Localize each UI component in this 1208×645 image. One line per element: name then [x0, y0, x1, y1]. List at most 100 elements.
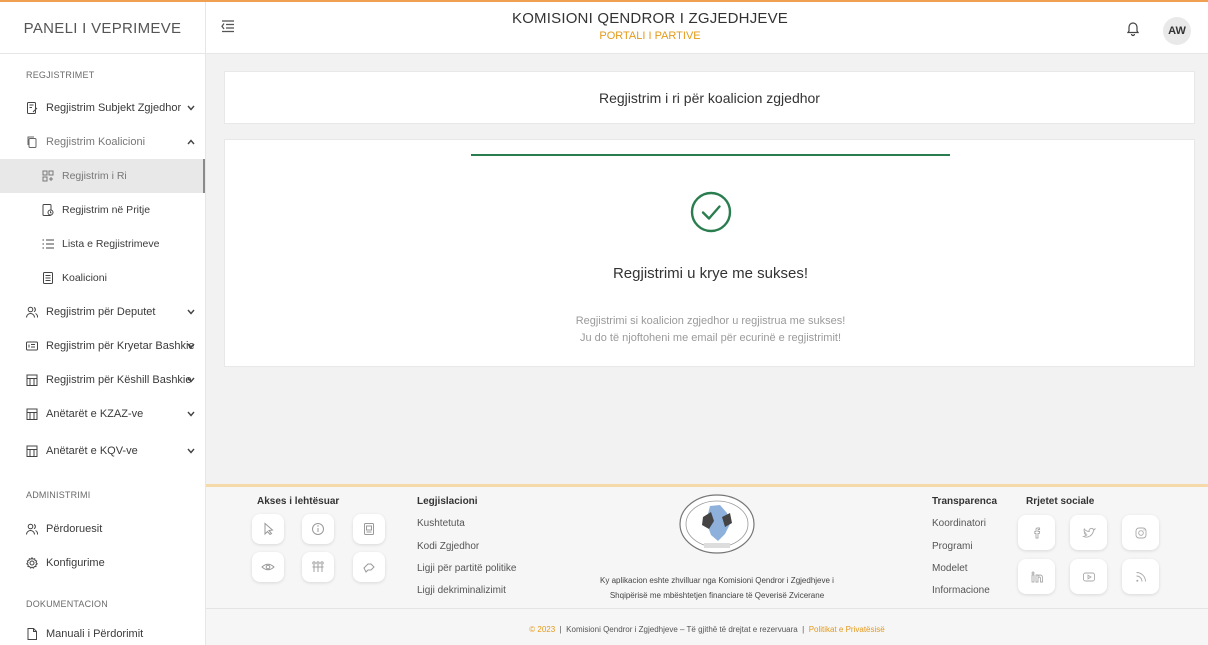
- sidebar-item-mayor-registration[interactable]: Regjistrim për Kryetar Bashkie: [0, 329, 205, 363]
- success-message: Regjistrimi si koalicion zgjedhor u regj…: [225, 313, 1196, 347]
- accessibility-heading: Akses i lehtësuar: [257, 496, 340, 507]
- legislation-link-constitution[interactable]: Kushtetuta: [417, 518, 465, 529]
- rss-button[interactable]: [1122, 559, 1159, 594]
- copyright-separator: |: [559, 625, 562, 634]
- building-icon: [26, 445, 38, 457]
- instagram-button[interactable]: [1122, 515, 1159, 550]
- chevron-down-icon: [187, 309, 195, 315]
- copyright-text: Komisioni Qendror i Zgjedhjeve – Të gjit…: [566, 625, 798, 634]
- rss-icon: [1135, 571, 1146, 582]
- page-title: Regjistrim i ri për koalicion zgjedhor: [599, 89, 820, 106]
- info-icon: [312, 523, 324, 535]
- hand-icon: [363, 563, 375, 573]
- footer-note: Ky aplikacion eshte zhvilluar nga Komisi…: [564, 573, 870, 603]
- sidebar-item-label: Koalicioni: [62, 272, 107, 284]
- brand-title[interactable]: PANELI I VEPRIMEVE: [0, 2, 206, 54]
- linkedin-button[interactable]: [1018, 559, 1055, 594]
- building-icon: [26, 374, 38, 386]
- progress-line: [471, 154, 950, 156]
- social-heading: Rrjetet sociale: [1026, 496, 1095, 507]
- sidebar-item-label: Anëtarët e KZAZ-ve: [46, 408, 144, 420]
- sidebar-item-label: Regjistrim Koalicioni: [46, 136, 146, 148]
- privacy-policy-link[interactable]: Politikat e Privatësisë: [809, 625, 885, 634]
- sidebar-item-users[interactable]: Përdoruesit: [0, 512, 205, 546]
- header-center: KOMISIONI QENDROR I ZGJEDHJEVE PORTALI I…: [450, 10, 850, 42]
- sidebar-item-configuration[interactable]: Konfigurime: [0, 546, 205, 580]
- success-line-2: Ju do të njoftoheni me email për ecurinë…: [579, 332, 842, 344]
- cursor-icon: [264, 522, 274, 536]
- footer-divider: [206, 608, 1208, 609]
- sidebar-item-label: Regjistrim për Këshill Bashkie: [46, 374, 192, 386]
- sidebar-item-pending-registration[interactable]: Regjistrim në Pritje: [0, 193, 205, 227]
- people-icon: [312, 561, 324, 572]
- file-icon: [27, 628, 37, 640]
- instagram-icon: [1135, 527, 1146, 538]
- youtube-button[interactable]: [1070, 559, 1107, 594]
- sidebar-item-kqv-members[interactable]: Anëtarët e KQV-ve: [0, 434, 205, 468]
- document-edit-icon: [27, 102, 38, 114]
- transparency-link-information[interactable]: Informacione: [932, 585, 990, 596]
- youtube-icon: [1082, 572, 1095, 581]
- document-clock-icon: [42, 204, 54, 216]
- chevron-down-icon: [187, 105, 195, 111]
- sidebar-item-kzaz-members[interactable]: Anëtarët e KZAZ-ve: [0, 397, 205, 431]
- accessibility-visibility-button[interactable]: [252, 552, 284, 582]
- success-card: Regjistrimi u krye me sukses! Regjistrim…: [224, 139, 1195, 367]
- section-documentation: DOKUMENTACION: [26, 599, 108, 609]
- accessibility-hand-button[interactable]: [353, 552, 385, 582]
- twitter-icon: [1081, 527, 1096, 538]
- grid-add-icon: [42, 170, 54, 182]
- eye-icon: [261, 563, 275, 571]
- sidebar-item-label: Regjistrim Subjekt Zgjedhor: [46, 102, 182, 114]
- app-subtitle: PORTALI I PARTIVE: [599, 30, 701, 42]
- footer-note-line-1: Ky aplikacion eshte zhvilluar nga Komisi…: [600, 576, 834, 585]
- sidebar-item-user-manual[interactable]: Manuali i Përdorimit: [0, 617, 205, 645]
- sidebar-item-label: Regjistrim për Deputet: [46, 306, 156, 318]
- sidebar-item-deputy-registration[interactable]: Regjistrim për Deputet: [0, 295, 205, 329]
- copyright-year: © 2023: [529, 625, 556, 634]
- accessibility-people-button[interactable]: [302, 552, 334, 582]
- sidebar-item-coalition[interactable]: Koalicioni: [0, 261, 205, 295]
- transparency-link-coordinator[interactable]: Koordinatori: [932, 518, 986, 529]
- accessibility-cursor-button[interactable]: [252, 514, 284, 544]
- copyright-bar: © 2023 | Komisioni Qendror i Zgjedhjeve …: [206, 625, 1208, 634]
- sidebar-item-council-registration[interactable]: Regjistrim për Këshill Bashkie: [0, 363, 205, 397]
- sidebar-item-label: Anëtarët e KQV-ve: [46, 445, 138, 457]
- transparency-heading: Transparenca: [932, 496, 998, 507]
- chevron-down-icon: [187, 448, 195, 454]
- success-line-1: Regjistrimi si koalicion zgjedhor u regj…: [575, 315, 846, 327]
- chevron-down-icon: [187, 377, 195, 383]
- user-avatar[interactable]: AW: [1163, 17, 1191, 45]
- success-title: Regjistrimi u krye me sukses!: [612, 265, 809, 282]
- chevron-down-icon: [187, 343, 195, 349]
- chevron-down-icon: [187, 411, 195, 417]
- menu-toggle-icon[interactable]: [220, 18, 236, 34]
- linkedin-icon: [1031, 571, 1043, 582]
- sidebar-item-label: Regjistrim i Ri: [62, 170, 127, 182]
- kqz-seal-logo: [679, 494, 755, 554]
- sidebar-item-label: Përdoruesit: [46, 523, 103, 535]
- accessibility-contrast-button[interactable]: [353, 514, 385, 544]
- legislation-link-electoral-code[interactable]: Kodi Zgjedhor: [417, 541, 479, 552]
- bell-icon[interactable]: [1124, 19, 1142, 37]
- contrast-icon: [364, 523, 374, 535]
- sidebar-item-subject-registration[interactable]: Regjistrim Subjekt Zgjedhor: [0, 91, 205, 125]
- twitter-button[interactable]: [1070, 515, 1107, 550]
- transparency-link-program[interactable]: Programi: [932, 541, 973, 552]
- transparency-link-models[interactable]: Modelet: [932, 563, 968, 574]
- top-bar: PANELI I VEPRIMEVE KOMISIONI QENDROR I Z…: [0, 0, 1208, 54]
- sidebar-item-coalition-registration[interactable]: Regjistrim Koalicioni: [0, 125, 205, 159]
- legislation-link-parties-law[interactable]: Ligji për partitë politike: [417, 563, 517, 574]
- legislation-link-decriminalization[interactable]: Ligji dekriminalizimit: [417, 585, 506, 596]
- sidebar-item-registrations-list[interactable]: Lista e Regjistrimeve: [0, 227, 205, 261]
- sidebar-item-new-registration[interactable]: Regjistrim i Ri: [0, 159, 205, 193]
- accessibility-info-button[interactable]: [302, 514, 334, 544]
- sidebar-item-label: Regjistrim në Pritje: [62, 204, 151, 216]
- id-card-icon: [26, 341, 38, 351]
- footer-note-line-2: Shqipërisë me mbështetjen financiare të …: [609, 591, 825, 600]
- chevron-up-icon: [187, 139, 195, 145]
- facebook-button[interactable]: [1018, 515, 1055, 550]
- app-title: KOMISIONI QENDROR I ZGJEDHJEVE: [511, 10, 789, 27]
- document-list-icon: [43, 272, 53, 284]
- copyright-separator: |: [802, 625, 805, 634]
